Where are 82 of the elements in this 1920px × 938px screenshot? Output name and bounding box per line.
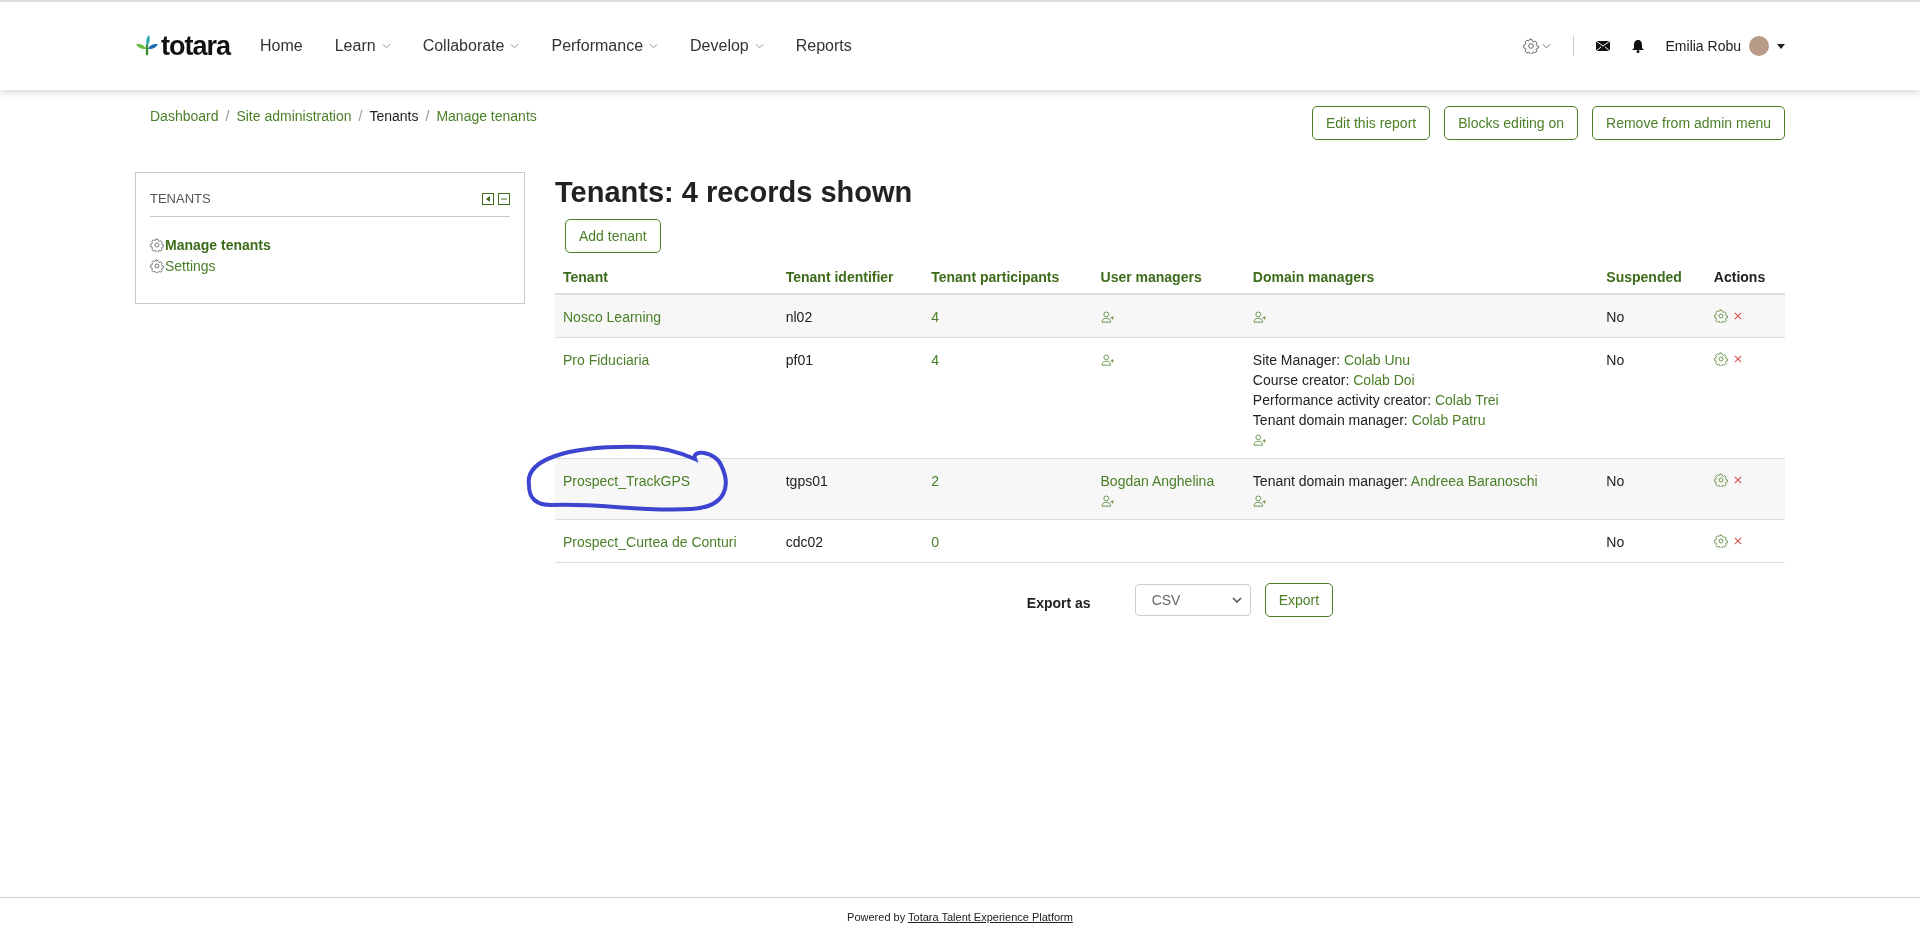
participants-link[interactable]: 2 [931,473,939,489]
tenant-link[interactable]: Pro Fiduciaria [563,352,650,368]
nav-link[interactable]: Performance [551,37,659,55]
settings-icon[interactable] [150,259,164,273]
footer-text: Powered by Totara Talent Experience Platform [847,911,1073,923]
manager-role: Tenant domain manager: [1252,412,1408,428]
add-user-icon[interactable] [1100,354,1115,366]
breadcrumb-link[interactable]: Dashboard [150,108,219,124]
nav-link[interactable]: Collaborate [422,37,520,55]
delete-icon[interactable] [1733,537,1742,545]
table-cell: nl02 [777,294,924,338]
delete-icon[interactable] [1733,476,1742,484]
footer-link[interactable]: Totara Talent Experience Platform [908,911,1073,923]
collapse-block-icon[interactable] [498,192,510,205]
participants-link[interactable]: 0 [931,534,939,550]
user-avatar [1749,36,1769,56]
domain-manager-link[interactable]: Colab Unu [1343,352,1411,368]
caret-down-icon [1777,43,1785,49]
nav-link[interactable]: Reports [795,37,852,55]
tenant-link[interactable]: Prospect_TrackGPS [563,473,691,489]
breadcrumb-separator: / [425,108,430,124]
block-title: TENANTS [150,191,211,206]
domain-manager-link[interactable]: Andreea Baranoschi [1410,473,1538,489]
table-cell: cdc02 [777,519,924,563]
settings-icon[interactable] [1713,352,1728,366]
breadcrumb-link[interactable]: Site administration [236,108,352,124]
leaf-logo-icon [135,35,159,57]
dock-block-icon[interactable] [482,192,494,205]
manager-role: Site Manager: [1252,352,1341,368]
add-user-icon[interactable] [1100,495,1115,507]
notifications-icon[interactable] [1631,39,1644,53]
settings-icon[interactable] [1713,534,1728,548]
table-cell: No [1598,458,1706,520]
manager-role: Tenant domain manager: [1252,473,1408,489]
table-cell: No [1598,337,1706,459]
participants-link[interactable]: 4 [931,309,939,325]
delete-icon[interactable] [1733,312,1742,320]
breadcrumb-separator: / [358,108,363,124]
page-action-button[interactable]: Edit this report [1311,106,1431,140]
domain-manager-link[interactable]: Colab Patru [1411,412,1486,428]
user-menu[interactable]: Emilia Robu [1665,36,1785,56]
domain-manager-link[interactable]: Colab Doi [1353,372,1415,388]
table-cell: tgps01 [777,458,924,520]
table-cell: pf01 [777,337,924,459]
breadcrumb-current: Tenants [369,108,419,124]
page-action-button[interactable]: Remove from admin menu [1592,106,1785,140]
tenant-link[interactable]: Prospect_Curtea de Conturi [563,534,737,550]
manager-role: Performance activity creator: [1252,392,1432,408]
settings-icon[interactable] [1713,473,1728,487]
export-format-select[interactable]: CSV [1134,584,1251,616]
logo-text[interactable]: totara [161,30,230,62]
table-cell: No [1598,519,1706,563]
domain-manager-link[interactable]: Colab Trei [1434,392,1499,408]
page-title: Tenants: 4 records shown [555,176,914,209]
add-user-icon[interactable] [1252,434,1267,446]
chevron-down-icon [1541,43,1551,49]
block-link[interactable]: Settings [150,258,510,274]
tenant-link[interactable]: Nosco Learning [563,309,662,325]
block-link[interactable]: Manage tenants [150,237,510,253]
breadcrumb-link[interactable]: Manage tenants [436,108,537,124]
page-action-button[interactable]: Blocks editing on [1444,106,1579,140]
participants-link[interactable]: 4 [931,352,939,368]
user-manager-link[interactable]: Bogdan Anghelina [1100,473,1215,489]
add-user-icon[interactable] [1100,311,1115,323]
admin-menu-button[interactable] [1522,38,1551,54]
nav-link[interactable]: Home [260,37,303,55]
messages-icon[interactable] [1595,41,1610,51]
delete-icon[interactable] [1733,355,1742,363]
nav-link[interactable]: Develop [690,37,764,55]
settings-icon[interactable] [1522,38,1539,54]
settings-icon[interactable] [1713,309,1728,323]
export-button[interactable]: Export [1264,583,1334,617]
breadcrumb-separator: / [225,108,230,124]
add-user-icon[interactable] [1252,311,1267,323]
settings-icon[interactable] [150,238,164,252]
add-user-icon[interactable] [1252,495,1267,507]
table-cell: No [1598,294,1706,338]
chevron-down-icon [1231,597,1242,603]
export-label: Export as [1026,594,1091,611]
nav-link[interactable]: Learn [334,37,391,55]
add-tenant-button[interactable]: Add tenant [565,219,661,253]
manager-role: Course creator: [1252,372,1350,388]
